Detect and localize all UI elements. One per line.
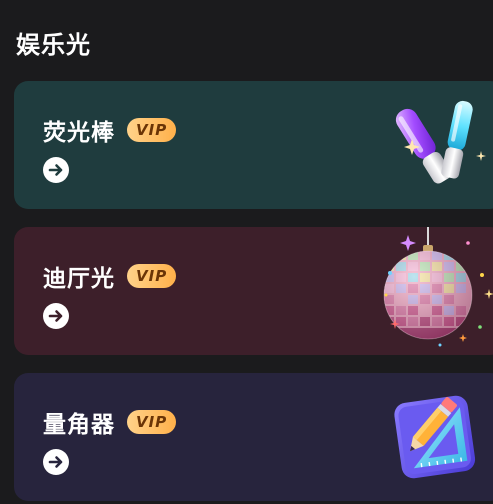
- enter-arrow-button[interactable]: [43, 303, 69, 329]
- vip-badge: VIP: [127, 410, 177, 434]
- card-title-row: 量角器 VIP: [43, 405, 177, 439]
- card-title-row: 迪厅光 VIP: [43, 259, 177, 293]
- enter-arrow-button[interactable]: [43, 157, 69, 183]
- arrow-right-icon: [48, 456, 63, 468]
- glow-stick-icon: [395, 100, 486, 184]
- protractor-ruler-icon: [394, 395, 476, 479]
- card-title-row: 荧光棒 VIP: [43, 113, 177, 147]
- card-title: 荧光棒: [43, 120, 115, 146]
- entertainment-light-page: 娱乐光 荧光棒 VIP 迪厅光 VIP 量角器 VIP: [0, 0, 493, 504]
- enter-arrow-button[interactable]: [43, 449, 69, 475]
- section-title: 娱乐光: [16, 31, 91, 59]
- vip-badge: VIP: [127, 118, 177, 142]
- vip-badge: VIP: [127, 264, 177, 288]
- disco-light-card[interactable]: 迪厅光 VIP: [14, 227, 493, 355]
- disco-ball-icon: [383, 227, 493, 347]
- card-title: 迪厅光: [43, 266, 115, 292]
- protractor-card[interactable]: 量角器 VIP: [14, 373, 493, 501]
- card-title: 量角器: [43, 412, 115, 438]
- arrow-right-icon: [48, 164, 63, 176]
- glow-stick-card[interactable]: 荧光棒 VIP: [14, 81, 493, 209]
- arrow-right-icon: [48, 310, 63, 322]
